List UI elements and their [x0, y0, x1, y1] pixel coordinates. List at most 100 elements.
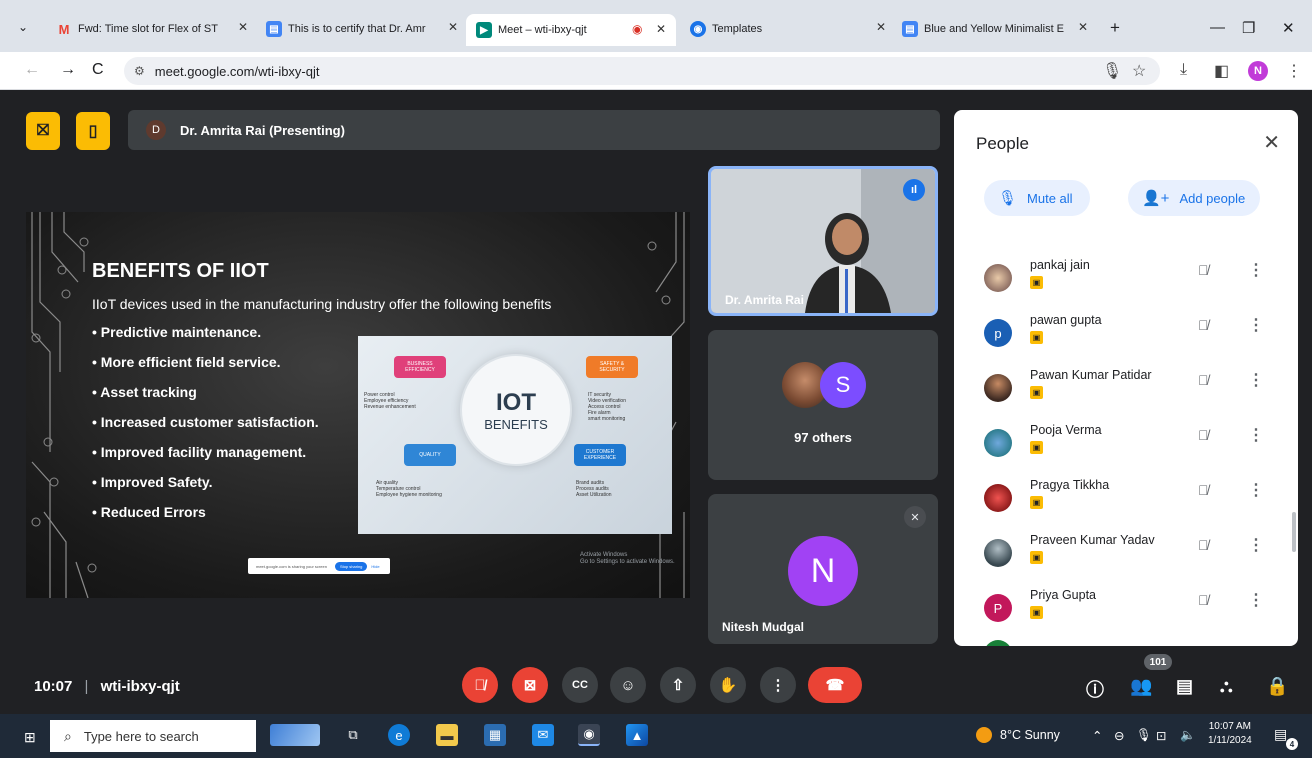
more-options-icon[interactable]: ⋮ — [1248, 260, 1264, 280]
others-tile[interactable]: S 97 others — [708, 330, 938, 480]
more-options-icon[interactable]: ⋮ — [1248, 315, 1264, 335]
address-bar[interactable]: ⚙ meet.google.com/wti-ibxy-qjt — [124, 57, 1160, 85]
fullscreen-presentation-icon[interactable]: ▯ — [76, 112, 110, 150]
wifi-icon[interactable]: ⊡ — [1156, 728, 1166, 743]
url-text: meet.google.com/wti-ibxy-qjt — [154, 63, 320, 79]
photos-icon[interactable]: ▲ — [626, 724, 648, 746]
activities-icon[interactable]: ⛬ — [1220, 676, 1233, 697]
speaker-video-tile[interactable]: ıl Dr. Amrita Rai — [708, 166, 938, 316]
captions-button[interactable]: CC — [562, 667, 598, 703]
participant-row[interactable]: P Priya Gupta ▣ 🎙̸ ⋮ — [984, 588, 1274, 632]
tab-doc[interactable]: ▤ This is to certify that Dr. Amr ✕ — [266, 16, 462, 42]
edge-icon[interactable]: e — [388, 724, 410, 746]
taskbar-search-input[interactable]: ⌕ Type here to search — [50, 720, 256, 752]
minimize-icon[interactable]: — — [1210, 19, 1225, 36]
participant-row[interactable]: p pawan gupta ▣ 🎙̸ ⋮ — [984, 313, 1274, 357]
taskbar-clock[interactable]: 10:07 AM 1/11/2024 — [1208, 720, 1252, 748]
more-options-icon[interactable]: ⋮ — [1248, 425, 1264, 445]
panel-title: People — [976, 134, 1029, 153]
meeting-details-icon[interactable]: ⓘ — [1086, 676, 1104, 702]
back-icon[interactable]: ← — [24, 61, 40, 79]
activate-windows-watermark: Activate Windows Go to Settings to activ… — [580, 552, 675, 565]
participant-row[interactable]: Praveen Kumar Yadav ▣ 🎙̸ ⋮ — [984, 533, 1274, 577]
tab-templates[interactable]: ◉ Templates ✕ — [690, 16, 890, 42]
participant-row[interactable]: pankaj jain ▣ 🎙̸ ⋮ — [984, 258, 1274, 302]
participant-row[interactable]: Pragya Tikkha ▣ 🎙̸ ⋮ — [984, 478, 1274, 522]
mic-off-icon[interactable]: 🎙̸ — [1198, 262, 1209, 278]
task-view-icon[interactable]: ⧉ — [342, 724, 364, 746]
meeting-code: wti-ibxy-qjt — [100, 678, 180, 695]
list-item: Improved facility management. — [92, 444, 319, 474]
camera-toggle-button[interactable]: ⊠ — [512, 667, 548, 703]
close-tab-icon[interactable]: ✕ — [448, 20, 458, 34]
add-people-button[interactable]: 👤+ Add people — [1128, 180, 1260, 216]
side-panel-icon[interactable]: ◧ — [1214, 61, 1229, 81]
close-tab-icon[interactable]: ✕ — [1078, 20, 1088, 34]
people-icon[interactable]: 👥 — [1130, 676, 1152, 697]
pin-presentation-icon[interactable]: ⛝ — [26, 112, 60, 150]
file-explorer-icon[interactable]: ▬ — [436, 724, 458, 746]
weather-widget-icon[interactable] — [270, 724, 320, 746]
bookmark-star-icon[interactable]: ☆ — [1132, 61, 1146, 81]
raise-hand-button[interactable]: ✋ — [710, 667, 746, 703]
forward-icon[interactable]: → — [60, 61, 76, 79]
iot-title: IOT — [496, 388, 536, 416]
tab-title: Meet – wti-ibxy-qjt — [498, 24, 587, 36]
network-icon[interactable]: ⊖ — [1114, 728, 1124, 743]
participant-video-tile[interactable]: ✕ N Nitesh Mudgal — [708, 494, 938, 644]
reload-icon[interactable]: C — [92, 61, 104, 79]
mic-off-icon[interactable]: 🎙̸ — [1198, 427, 1209, 443]
more-options-icon[interactable]: ⋮ — [1248, 370, 1264, 390]
mic-off-icon[interactable]: 🎙̸ — [1198, 317, 1209, 333]
stop-sharing-button[interactable]: Stop sharing — [334, 561, 368, 571]
participant-name: Praveen Kumar Yadav — [1030, 533, 1155, 547]
restore-icon[interactable]: ❐ — [1242, 19, 1255, 37]
slide-bullet-list: Predictive maintenance. More efficient f… — [92, 324, 319, 534]
notification-icon[interactable]: ▤ — [1274, 726, 1287, 743]
participant-name: Pawan Kumar Patidar — [1030, 368, 1152, 382]
mute-all-button[interactable]: 🎙 Mute all — [984, 180, 1090, 216]
close-tab-icon[interactable]: ✕ — [238, 20, 248, 34]
more-options-icon[interactable]: ⋮ — [1248, 535, 1264, 555]
site-info-icon[interactable]: ⚙ — [134, 64, 145, 78]
chrome-icon[interactable]: ◉ — [578, 724, 600, 746]
profile-avatar[interactable]: N — [1248, 61, 1268, 81]
tab-gmail[interactable]: M Fwd: Time slot for Flex of ST ✕ — [56, 16, 252, 42]
windows-start-icon[interactable]: ⊞ — [24, 729, 36, 746]
mic-toggle-button[interactable]: 🎙̸ — [462, 667, 498, 703]
close-window-icon[interactable]: ✕ — [1282, 19, 1295, 37]
microphone-icon[interactable]: 🎙 — [1102, 61, 1122, 81]
volume-icon[interactable]: 🔈 — [1180, 728, 1196, 743]
participant-row[interactable]: Pooja Verma ▣ 🎙̸ ⋮ — [984, 423, 1274, 467]
participant-row[interactable]: Pawan Kumar Patidar ▣ 🎙̸ ⋮ — [984, 368, 1274, 412]
close-icon[interactable]: ✕ — [1263, 130, 1280, 155]
mic-off-icon[interactable]: 🎙̸ — [1198, 592, 1209, 608]
hide-share-button[interactable]: Hide — [371, 564, 379, 569]
mic-off-icon[interactable]: 🎙̸ — [1198, 372, 1209, 388]
host-controls-icon[interactable]: 🔒 — [1266, 676, 1288, 697]
more-options-icon[interactable]: ⋮ — [1248, 590, 1264, 610]
close-tab-icon[interactable]: ✕ — [656, 22, 666, 36]
download-icon[interactable]: ⤓ — [1180, 61, 1187, 79]
emoji-reaction-button[interactable]: ☺ — [610, 667, 646, 703]
chat-icon[interactable]: ▤ — [1176, 676, 1193, 697]
tray-chevron-icon[interactable]: ⌃ — [1092, 728, 1102, 743]
mic-off-icon[interactable]: 🎙̸ — [1198, 482, 1209, 498]
leave-call-button[interactable]: ☎ — [808, 667, 862, 703]
scrollbar[interactable] — [1292, 512, 1296, 552]
tab-meet[interactable]: ▶ Meet – wti-ibxy-qjt ◉ ✕ — [466, 14, 676, 46]
avatar: N — [788, 536, 858, 606]
close-tab-icon[interactable]: ✕ — [876, 20, 886, 34]
avatar — [984, 429, 1012, 457]
mail-icon[interactable]: ✉ — [532, 724, 554, 746]
store-icon[interactable]: ▦ — [484, 724, 506, 746]
mic-off-icon[interactable]: 🎙̸ — [1198, 537, 1209, 553]
new-tab-button[interactable]: + — [1110, 18, 1120, 38]
more-options-button[interactable]: ⋮ — [760, 667, 796, 703]
present-screen-button[interactable]: ⇧ — [660, 667, 696, 703]
tab-search-chevron-icon[interactable]: ⌄ — [18, 20, 28, 34]
microphone-tray-icon[interactable]: 🎙 — [1136, 728, 1152, 743]
more-options-icon[interactable]: ⋮ — [1248, 480, 1264, 500]
tab-canva[interactable]: ▤ Blue and Yellow Minimalist E ✕ — [902, 16, 1092, 42]
menu-kebab-icon[interactable]: ⋮ — [1286, 61, 1302, 81]
